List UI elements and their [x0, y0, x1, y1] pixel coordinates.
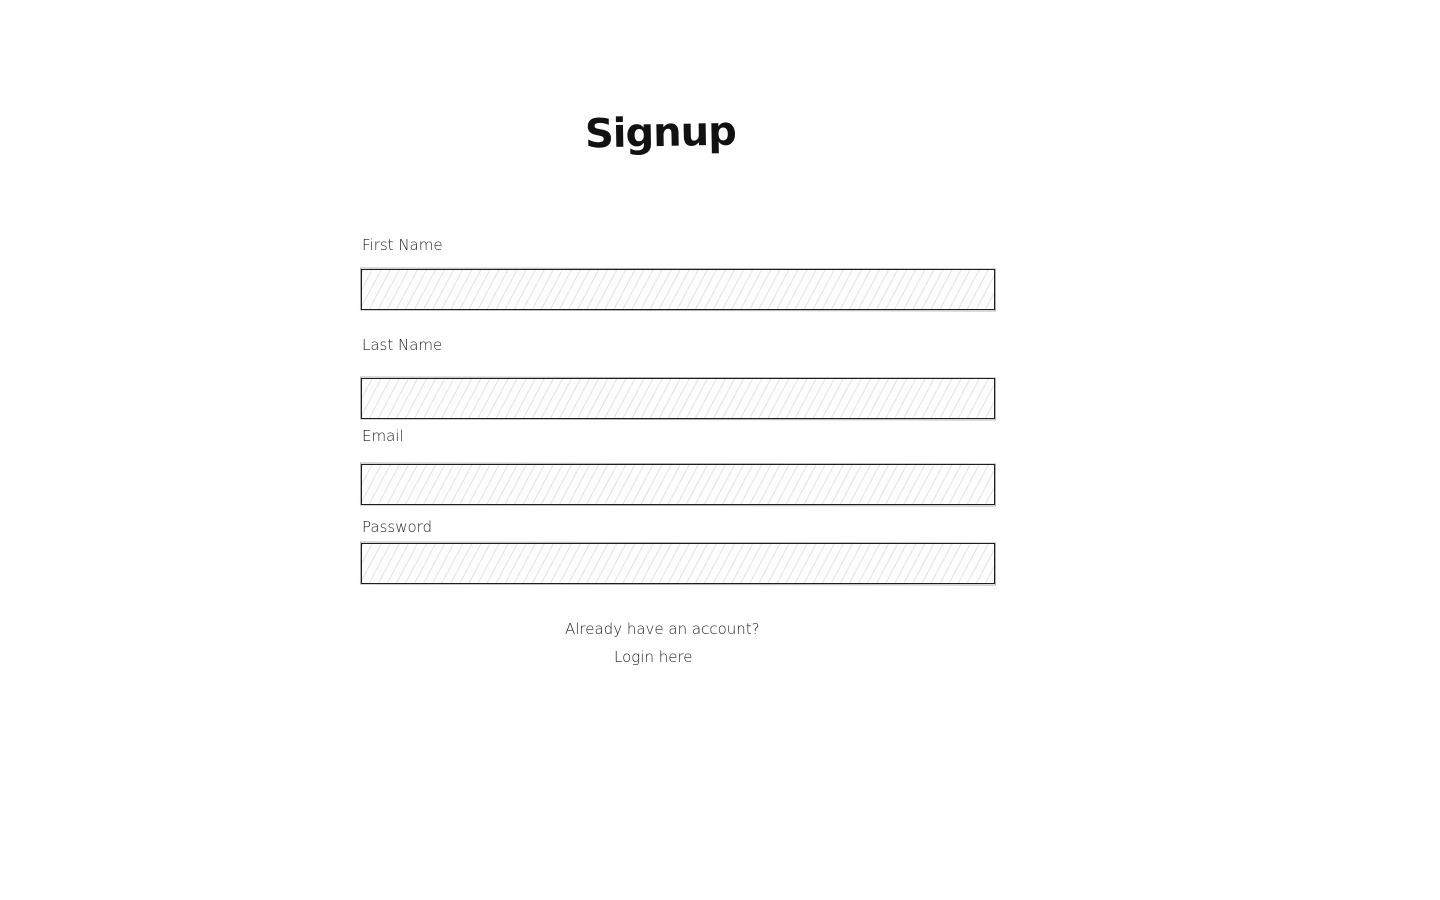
already-have-account-text: Already have an account?	[565, 620, 760, 638]
password-label: Password	[362, 518, 433, 536]
page-title: Signup	[584, 108, 737, 158]
password-input[interactable]	[362, 544, 994, 583]
first-name-input[interactable]	[362, 270, 994, 309]
login-link[interactable]: Login here	[614, 648, 693, 666]
first-name-field-box	[361, 269, 995, 310]
email-field-box	[361, 464, 995, 505]
first-name-label: First Name	[362, 236, 443, 254]
signup-page: Signup First Name Last Name Email Passwo…	[0, 0, 1440, 900]
password-field-box	[361, 543, 995, 584]
email-label: Email	[362, 427, 404, 445]
last-name-input[interactable]	[362, 379, 994, 418]
last-name-label: Last Name	[362, 336, 443, 354]
email-input[interactable]	[362, 465, 994, 504]
last-name-field-box	[361, 378, 995, 419]
